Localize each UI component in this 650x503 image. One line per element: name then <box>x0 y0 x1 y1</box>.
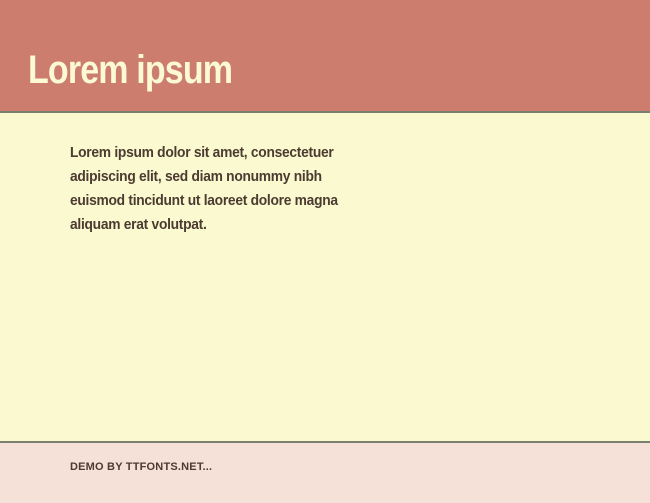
footer-credit: DEMO BY TTFONTS.NET... <box>70 461 650 473</box>
content-area: Lorem ipsum dolor sit amet, consectetuer… <box>0 113 650 443</box>
footer-bar: DEMO BY TTFONTS.NET... <box>0 443 650 503</box>
body-paragraph: Lorem ipsum dolor sit amet, consectetuer… <box>70 141 355 237</box>
page-title: Lorem ipsum <box>28 48 557 93</box>
header-banner: Lorem ipsum <box>0 0 650 113</box>
